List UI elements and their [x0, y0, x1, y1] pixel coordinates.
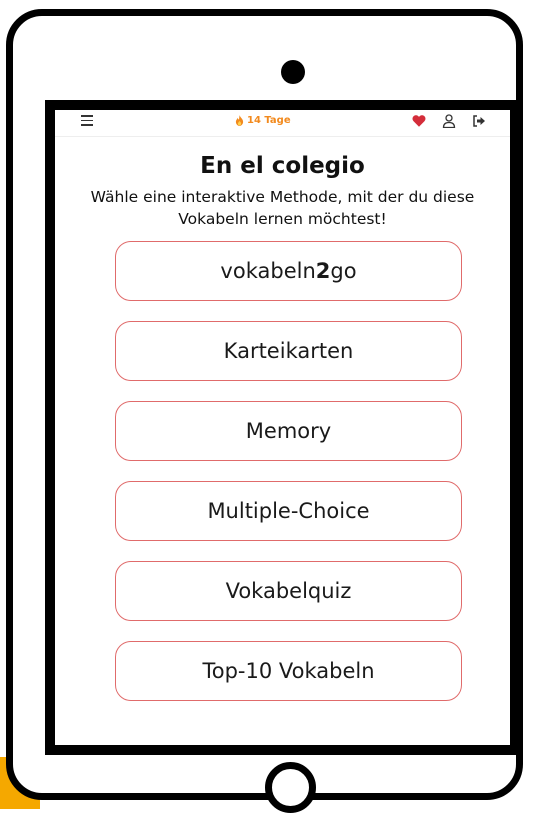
flame-icon	[235, 115, 244, 126]
tablet-frame: 14 Tage En el colegio Wähle eine interak…	[6, 9, 523, 813]
method-label-suffix: go	[330, 259, 357, 283]
logout-icon[interactable]	[472, 114, 486, 128]
heart-icon[interactable]	[412, 114, 426, 128]
method-label: Memory	[245, 419, 332, 443]
method-button-karteikarten[interactable]: Karteikarten	[115, 321, 462, 381]
home-button[interactable]	[265, 762, 316, 813]
page-title: En el colegio	[200, 153, 365, 179]
user-icon[interactable]	[442, 114, 456, 128]
method-button-vokabelquiz[interactable]: Vokabelquiz	[115, 561, 462, 621]
method-button-multiple-choice[interactable]: Multiple-Choice	[115, 481, 462, 541]
streak-badge: 14 Tage	[235, 115, 291, 126]
method-list: vokabeln 2 go Karteikarten Memory Multiple…	[115, 241, 462, 721]
streak-label: 14 Tage	[247, 115, 291, 126]
page-subtitle: Wähle eine interaktive Methode, mit der …	[90, 188, 475, 228]
camera-icon	[281, 60, 305, 84]
method-label: Multiple-Choice	[207, 499, 370, 523]
method-button-vokabeln2go[interactable]: vokabeln 2 go	[115, 241, 462, 301]
top-bar: 14 Tage	[55, 110, 510, 137]
method-button-memory[interactable]: Memory	[115, 401, 462, 461]
tablet-screen: 14 Tage En el colegio Wähle eine interak…	[45, 100, 520, 755]
method-button-top-10-vokabeln[interactable]: Top-10 Vokabeln	[115, 641, 462, 701]
method-label-bold: 2	[315, 259, 331, 283]
method-label: Karteikarten	[223, 339, 354, 363]
method-label: Top-10 Vokabeln	[202, 659, 375, 683]
method-label-prefix: vokabeln	[220, 259, 316, 283]
menu-icon[interactable]	[81, 115, 93, 127]
method-label: Vokabelquiz	[225, 579, 352, 603]
